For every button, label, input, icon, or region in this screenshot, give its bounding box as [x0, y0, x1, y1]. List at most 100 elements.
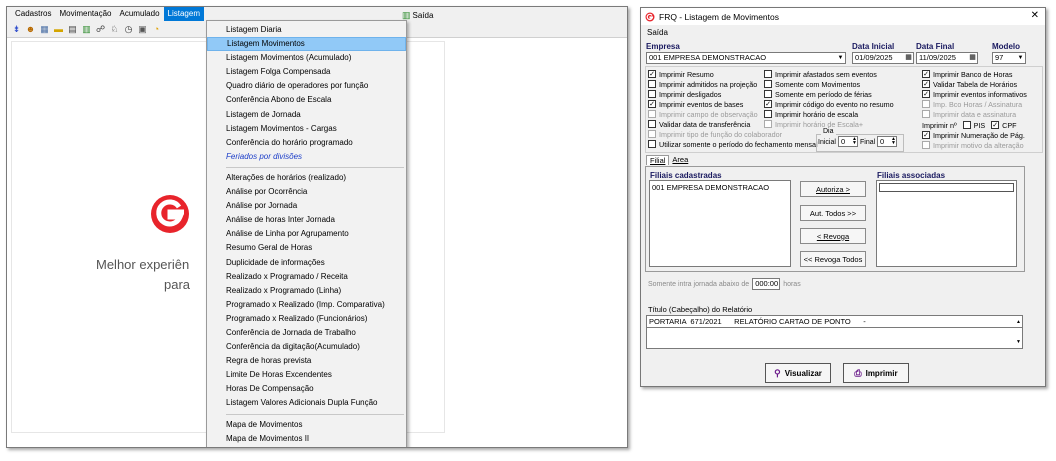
option-checkbox[interactable]: ✓ [764, 100, 772, 108]
folder-icon[interactable]: ▬ [53, 24, 64, 35]
empresa-select[interactable]: 001 EMPRESA DEMONSTRACAO ▼ [646, 52, 846, 64]
menu-item[interactable]: Resumo Geral de Horas [207, 241, 406, 255]
dialog-exit-menu[interactable]: Saída [647, 28, 668, 37]
menu-item[interactable]: Conferência de Jornada de Trabalho [207, 326, 406, 340]
menu-item[interactable]: Análise de Linha por Agrupamento [207, 227, 406, 241]
menu-item[interactable]: Mapa de Movimentos II [207, 432, 406, 446]
menu-item[interactable]: Listagem Valores Adicionais Dupla Função [207, 396, 406, 410]
user-clock-icon[interactable]: ♘ [109, 24, 120, 35]
option-checkbox-row[interactable]: Utilizar somente o período do fechamento… [648, 139, 818, 149]
menu-item[interactable]: Duplicidade de informações [207, 256, 406, 270]
imprimir-button[interactable]: ⎙ Imprimir [843, 363, 909, 383]
option-checkbox[interactable] [648, 110, 656, 118]
chart-icon[interactable]: ▥ [81, 24, 92, 35]
calendar-icon[interactable]: ▦ [904, 53, 913, 63]
autoriza-todos-button[interactable]: Aut. Todos >> [800, 205, 866, 221]
pie-icon[interactable]: ◔ [151, 24, 162, 35]
option-checkbox[interactable] [648, 80, 656, 88]
menu-item[interactable]: Regra de horas prevista [207, 354, 406, 368]
menu-item[interactable]: Conferência do horário programado [207, 136, 406, 150]
option-checkbox-row[interactable]: ✓ Imprimir eventos informativos [922, 89, 1027, 99]
document-icon[interactable]: ▣ [137, 24, 148, 35]
calendar-icon[interactable]: ▦ [39, 24, 50, 35]
menu-item[interactable]: Mapa de Movimentos [207, 418, 406, 432]
option-checkbox-row[interactable]: Somente em período de férias [764, 89, 894, 99]
menu-cadastros[interactable]: Cadastros [11, 7, 55, 21]
option-checkbox[interactable] [648, 130, 656, 138]
spin-icon[interactable]: ▲ ▼ [891, 137, 896, 146]
arrow-down-icon[interactable]: ⇟ [11, 24, 22, 35]
people-icon[interactable]: ☻ [25, 24, 36, 35]
spin-icon[interactable]: ▲ ▼ [852, 137, 857, 146]
revoga-todos-button[interactable]: << Revoga Todos [800, 251, 866, 267]
modelo-select[interactable]: 97 ▼ [992, 52, 1026, 64]
cpf-checkbox[interactable]: ✓ [991, 121, 1000, 129]
option-checkbox-row[interactable]: Imprimir tipo de função do colaborador [648, 129, 818, 139]
option-checkbox[interactable] [648, 140, 656, 148]
menu-item[interactable]: Listagem Folga Compensada [207, 65, 406, 79]
option-checkbox[interactable] [764, 120, 772, 128]
scroll-down-icon[interactable]: ▼ [1016, 337, 1021, 347]
menu-item[interactable]: Alterações de horários (realizado) [207, 171, 406, 185]
final-spinner[interactable]: 0 ▲ ▼ [877, 136, 897, 147]
menu-item[interactable]: Listagem de Jornada [207, 108, 406, 122]
menu-item[interactable]: Listagem Movimentos - Cargas [207, 122, 406, 136]
option-checkbox[interactable] [648, 120, 656, 128]
data-final-field[interactable]: 11/09/2025 ▦ [916, 52, 978, 64]
revoga-button[interactable]: < Revoga [800, 228, 866, 244]
option-checkbox-row[interactable]: Imprimir data e assinatura [922, 109, 1027, 119]
menu-listagem[interactable]: Listagem [163, 7, 204, 21]
option-checkbox-row[interactable]: Somente com Movimentos [764, 79, 894, 89]
inicial-spinner[interactable]: 0 ▲ ▼ [838, 136, 858, 147]
numeracao-checkbox[interactable]: ✓ [922, 131, 930, 139]
option-checkbox[interactable]: ✓ [922, 80, 930, 88]
option-checkbox[interactable] [922, 100, 930, 108]
data-inicial-field[interactable]: 01/09/2025 ▦ [852, 52, 914, 64]
option-checkbox[interactable] [764, 110, 772, 118]
menu-item[interactable]: Realizado x Programado (Linha) [207, 284, 406, 298]
menu-item[interactable]: Análise de horas Inter Jornada [207, 213, 406, 227]
option-checkbox[interactable] [764, 80, 772, 88]
pis-checkbox[interactable] [962, 121, 971, 129]
menu-item[interactable]: Realizado x Programado / Receita [207, 270, 406, 284]
clock-icon[interactable]: ◷ [123, 24, 134, 35]
motivo-checkbox-row[interactable]: Imprimir motivo da alteração [922, 140, 1024, 150]
option-checkbox-row[interactable]: ✓ Validar Tabela de Horários [922, 79, 1027, 89]
option-checkbox-row[interactable]: Imprimir afastados sem eventos [764, 69, 894, 79]
option-checkbox[interactable] [764, 90, 772, 98]
numeracao-checkbox-row[interactable]: ✓ Imprimir Numeração de Pág. [922, 130, 1025, 140]
titulo-textarea[interactable]: PORTARIA 671/2021 RELATÓRIO CARTAO DE PO… [646, 315, 1023, 349]
menu-movimentacao[interactable]: Movimentação [55, 7, 115, 21]
menu-item[interactable]: Programado x Realizado (Imp. Comparativa… [207, 298, 406, 312]
menu-item[interactable]: Listagem Movimentos (Acumulado) [207, 51, 406, 65]
motivo-checkbox[interactable] [922, 141, 930, 149]
option-checkbox[interactable]: ✓ [648, 100, 656, 108]
menu-item[interactable]: Programado x Realizado (Funcionários) [207, 312, 406, 326]
filiais-cadastradas-list[interactable]: 001 EMPRESA DEMONSTRACAO [649, 180, 791, 267]
calculator-icon[interactable]: ▤ [67, 24, 78, 35]
menu-item[interactable]: Conferência Abono de Escala [207, 93, 406, 107]
menu-item[interactable]: Feriados por divisões [207, 150, 406, 164]
tab-filial[interactable]: Filial [646, 155, 670, 165]
option-checkbox-row[interactable]: Imp. Bco Horas / Assinatura [922, 99, 1027, 109]
menu-acumulado[interactable]: Acumulado [116, 7, 164, 21]
option-checkbox[interactable]: ✓ [922, 70, 930, 78]
tab-area[interactable]: Area [669, 155, 691, 165]
visualizar-button[interactable]: ⚲ Visualizar [765, 363, 831, 383]
menu-item[interactable]: Mapa Semanal [207, 446, 406, 447]
option-checkbox[interactable] [764, 70, 772, 78]
option-checkbox-row[interactable]: Imprimir horário de escala [764, 109, 894, 119]
calendar-icon[interactable]: ▦ [968, 53, 977, 63]
chevron-down-icon[interactable]: ▼ [1016, 53, 1025, 63]
menu-item[interactable]: Listagem Movimentos [207, 37, 406, 52]
menu-item[interactable]: Análise por Jornada [207, 199, 406, 213]
option-checkbox[interactable]: ✓ [922, 90, 930, 98]
menu-item[interactable]: Horas De Compensação [207, 382, 406, 396]
autoriza-button[interactable]: Autoriza > [800, 181, 866, 197]
running-person-icon[interactable]: ☍ [95, 24, 106, 35]
list-item[interactable]: 001 EMPRESA DEMONSTRACAO [652, 183, 788, 192]
menu-item[interactable]: Limite De Horas Excendentes [207, 368, 406, 382]
menu-item[interactable]: Quadro diário de operadores por função [207, 79, 406, 93]
filiais-associadas-list[interactable] [876, 180, 1017, 267]
menu-item[interactable]: Conferência da digitação(Acumulado) [207, 340, 406, 354]
